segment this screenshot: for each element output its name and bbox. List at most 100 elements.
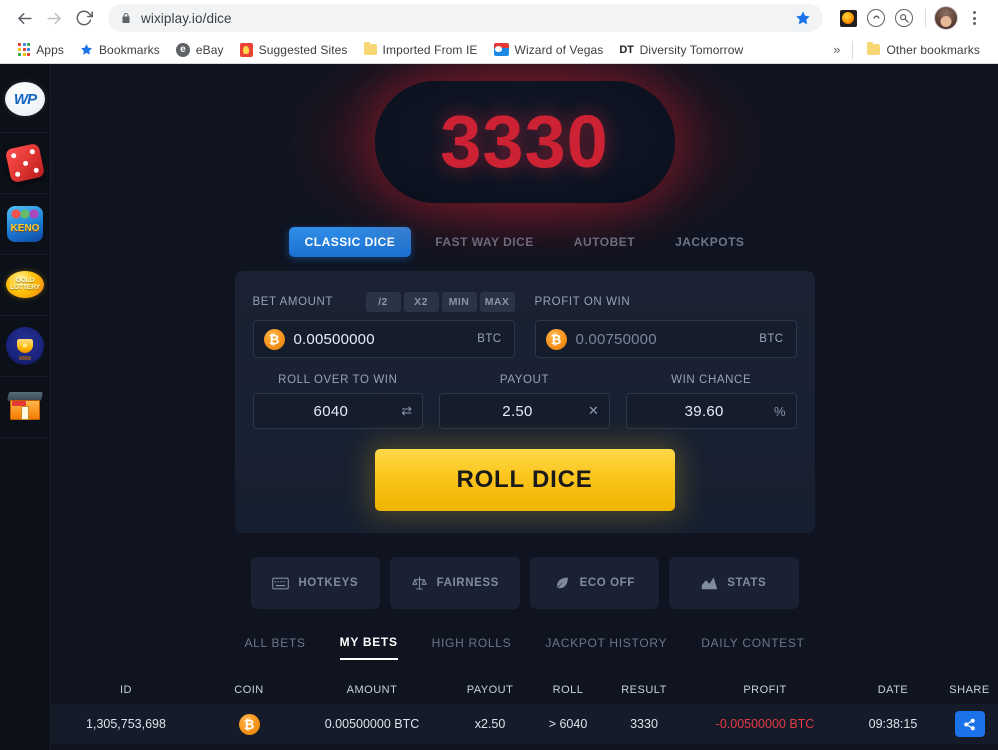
sidebar-item-keno[interactable]: KENO bbox=[0, 194, 51, 255]
tab-all-bets[interactable]: ALL BETS bbox=[244, 636, 305, 659]
fairness-button[interactable]: FAIRNESS bbox=[390, 557, 520, 609]
tab-high-rolls[interactable]: HIGH ROLLS bbox=[432, 636, 512, 659]
amount-fields-row: BET AMOUNT /2 X2 MIN MAX ₿ 0.00500000 BT… bbox=[252, 291, 797, 358]
payout-field: PAYOUT 2.50 ✕ bbox=[439, 374, 610, 429]
column-header-roll: ROLL bbox=[552, 684, 584, 696]
bookmark-star-icon[interactable] bbox=[795, 10, 811, 26]
tab-jackpot-history[interactable]: JACKPOT HISTORY bbox=[545, 636, 667, 659]
profit-on-win-input[interactable]: ₿ 0.00750000 BTC bbox=[534, 320, 797, 358]
swap-direction-icon[interactable]: ⇄ bbox=[398, 403, 412, 419]
cell-bet-id: 1,305,753,698 bbox=[86, 717, 166, 731]
hotkeys-button[interactable]: HOTKEYS bbox=[250, 557, 380, 609]
star-icon bbox=[80, 43, 93, 56]
tab-autobet[interactable]: AUTOBET bbox=[558, 227, 651, 257]
dice-result-number: 3330 bbox=[440, 99, 609, 183]
payout-input[interactable]: 2.50 ✕ bbox=[439, 393, 610, 429]
lottery-line2: LOTTERY bbox=[9, 283, 41, 291]
other-bookmarks-folder[interactable]: Other bookmarks bbox=[859, 40, 988, 60]
bookmark-ebay[interactable]: e eBay bbox=[168, 40, 232, 60]
cell-amount: 0.00500000 BTC bbox=[324, 717, 420, 731]
bookmark-label: Imported From IE bbox=[382, 42, 478, 57]
profit-on-win-value: 0.00750000 bbox=[575, 330, 657, 348]
ebay-icon: e bbox=[175, 42, 190, 57]
sidebar-item-wp-logo[interactable]: WP bbox=[0, 72, 51, 133]
profit-on-win-header: PROFIT ON WIN bbox=[535, 291, 797, 313]
bet-amount-input[interactable]: ₿ 0.00500000 BTC bbox=[252, 320, 515, 358]
game-mode-tabs: CLASSIC DICE FAST WAY DICE AUTOBET JACKP… bbox=[51, 219, 998, 271]
search-extension-icon[interactable] bbox=[891, 5, 917, 31]
min-bet-button[interactable]: MIN bbox=[441, 292, 477, 312]
tab-daily-contest[interactable]: DAILY CONTEST bbox=[701, 636, 804, 659]
forward-arrow-icon[interactable] bbox=[40, 4, 68, 32]
sidebar-item-gold-lottery[interactable]: GOLD LOTTERY bbox=[0, 255, 51, 316]
tab-classic-dice[interactable]: CLASSIC DICE bbox=[288, 227, 412, 257]
sidebar-item-dice[interactable] bbox=[0, 133, 51, 194]
page-content: WP KENO GOLD LOTTERY ★ 3330 CLASSIC DICE… bbox=[0, 64, 998, 750]
column-header-result: RESULT bbox=[621, 684, 667, 696]
column-header-id: ID bbox=[120, 684, 132, 696]
bet-amount-unit: BTC bbox=[477, 333, 502, 345]
sidebar-item-shop[interactable] bbox=[0, 377, 51, 438]
browser-chrome: wixiplay.io/dice Apps Bookmarks e eBay S… bbox=[0, 0, 998, 64]
column-header-share: SHARE bbox=[949, 684, 990, 696]
sidebar-item-tournament[interactable]: ★ bbox=[0, 316, 51, 377]
roll-over-input[interactable]: 6040 ⇄ bbox=[252, 393, 424, 429]
eco-toggle-button[interactable]: ECO OFF bbox=[529, 557, 659, 609]
bitcoin-icon: ₿ bbox=[238, 713, 260, 735]
vegas-icon bbox=[493, 43, 509, 56]
tab-fast-way-dice[interactable]: FAST WAY DICE bbox=[419, 227, 550, 257]
roll-over-value: 6040 bbox=[313, 402, 349, 420]
roll-over-field: ROLL OVER TO WIN 6040 ⇄ bbox=[252, 374, 424, 429]
dt-icon: DT bbox=[619, 43, 634, 56]
bets-tabs: ALL BETS MY BETS HIGH ROLLS JACKPOT HIST… bbox=[51, 635, 998, 660]
roll-dice-button[interactable]: ROLL DICE bbox=[374, 449, 675, 511]
bookmark-wizard-of-vegas[interactable]: Wizard of Vegas bbox=[486, 40, 612, 60]
odds-fields-row: ROLL OVER TO WIN 6040 ⇄ PAYOUT 2.50 ✕ WI… bbox=[252, 374, 797, 429]
profit-on-win-field: PROFIT ON WIN ₿ 0.00750000 BTC bbox=[534, 291, 797, 358]
column-header-payout: PAYOUT bbox=[466, 684, 514, 696]
bet-quick-buttons: /2 X2 MIN MAX bbox=[365, 292, 515, 312]
bet-amount-label: BET AMOUNT bbox=[252, 296, 334, 308]
bookmark-diversity-tomorrow[interactable]: DT Diversity Tomorrow bbox=[611, 40, 751, 60]
tab-jackpots[interactable]: JACKPOTS bbox=[659, 227, 760, 257]
back-arrow-icon[interactable] bbox=[10, 4, 38, 32]
bookmark-suggested-sites[interactable]: Suggested Sites bbox=[232, 40, 356, 60]
table-header-row: ID COIN AMOUNT PAYOUT ROLL RESULT PROFIT… bbox=[51, 676, 998, 704]
bookmarks-overflow-button[interactable]: » bbox=[827, 42, 846, 57]
result-display-area: 3330 bbox=[51, 64, 998, 259]
tab-my-bets[interactable]: MY BETS bbox=[339, 635, 398, 660]
profit-on-win-unit: BTC bbox=[759, 333, 784, 345]
max-bet-button[interactable]: MAX bbox=[479, 292, 515, 312]
cell-roll: > 6040 bbox=[548, 717, 588, 731]
address-bar[interactable]: wixiplay.io/dice bbox=[108, 4, 823, 32]
bookmarks-bar-right: » Other bookmarks bbox=[827, 40, 988, 60]
trophy-icon: ★ bbox=[6, 327, 44, 365]
stats-label: STATS bbox=[727, 577, 767, 589]
table-row[interactable]: 1,305,753,698 ₿ 0.00500000 BTC x2.50 > 6… bbox=[51, 704, 998, 744]
result-pill: 3330 bbox=[374, 80, 675, 203]
bookmark-imported-from-ie[interactable]: Imported From IE bbox=[356, 40, 486, 60]
bitcoin-icon: ₿ bbox=[545, 328, 567, 350]
bookmark-bookmarks[interactable]: Bookmarks bbox=[72, 40, 168, 60]
halve-bet-button[interactable]: /2 bbox=[365, 292, 401, 312]
other-bookmarks-label: Other bookmarks bbox=[886, 42, 980, 57]
extension-puzzle-icon[interactable] bbox=[835, 5, 861, 31]
bookmarks-bar: Apps Bookmarks e eBay Suggested Sites Im… bbox=[0, 36, 998, 64]
bitcoin-icon: ₿ bbox=[263, 328, 285, 350]
multiply-icon: ✕ bbox=[587, 403, 599, 418]
folder-icon bbox=[363, 41, 377, 55]
double-bet-button[interactable]: X2 bbox=[403, 292, 439, 312]
share-button[interactable] bbox=[954, 711, 985, 737]
game-sidebar: WP KENO GOLD LOTTERY ★ bbox=[0, 64, 51, 750]
win-chance-input[interactable]: 39.60 % bbox=[625, 393, 797, 429]
profile-circle-icon[interactable] bbox=[863, 5, 889, 31]
kebab-menu-icon[interactable] bbox=[960, 4, 988, 32]
stats-button[interactable]: STATS bbox=[669, 557, 799, 609]
bookmark-apps[interactable]: Apps bbox=[10, 40, 72, 60]
profit-on-win-label: PROFIT ON WIN bbox=[534, 296, 631, 308]
bet-amount-header: BET AMOUNT /2 X2 MIN MAX bbox=[253, 291, 515, 313]
bookmark-label: eBay bbox=[195, 42, 224, 57]
payout-value: 2.50 bbox=[502, 402, 533, 420]
avatar[interactable] bbox=[934, 6, 958, 30]
reload-icon[interactable] bbox=[70, 4, 98, 32]
